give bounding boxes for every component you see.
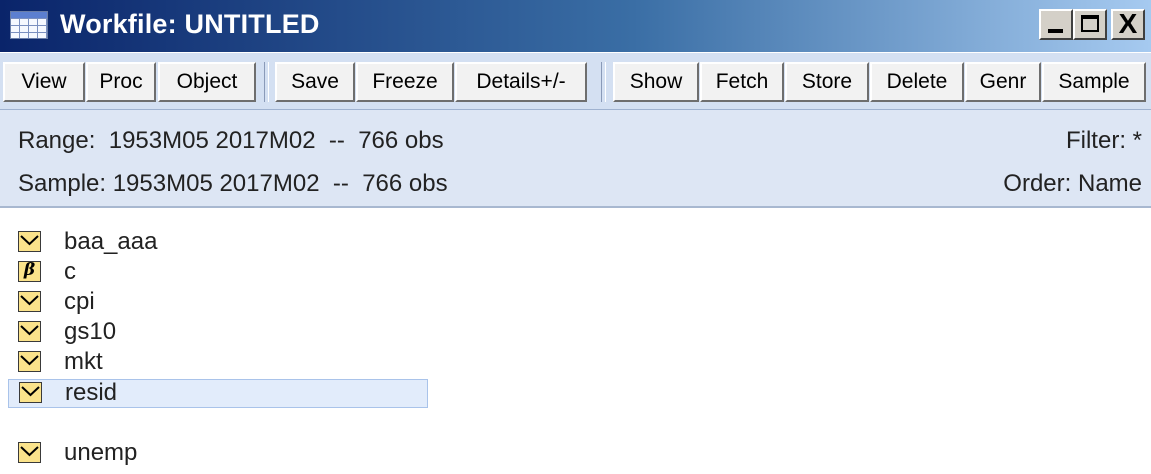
details-toggle-button[interactable]: Details+/-: [455, 62, 587, 102]
object-name: baa_aaa: [64, 228, 158, 255]
toolbar-separator: [264, 62, 269, 102]
minimize-icon: [1048, 29, 1063, 33]
save-button[interactable]: Save: [275, 62, 355, 102]
series-icon: [18, 291, 41, 312]
sample-text[interactable]: Sample: 1953M05 2017M02 -- 766 obs: [18, 170, 448, 198]
list-item[interactable]: mkt: [0, 348, 430, 377]
object-name: gs10: [64, 318, 117, 345]
filter-text[interactable]: Filter: *: [1066, 127, 1142, 155]
freeze-button[interactable]: Freeze: [356, 62, 454, 102]
list-item[interactable]: cpi: [0, 288, 430, 317]
object-name: resid: [65, 379, 118, 406]
series-icon: [18, 231, 41, 252]
close-button[interactable]: X: [1111, 8, 1145, 40]
store-button[interactable]: Store: [785, 62, 869, 102]
list-item[interactable]: unemp: [0, 439, 430, 468]
toolbar: View Proc Object Save Freeze Details+/- …: [0, 52, 1151, 110]
object-name: cpi: [64, 288, 95, 315]
list-item[interactable]: β c: [0, 258, 430, 287]
toolbar-separator: [601, 62, 606, 102]
proc-button[interactable]: Proc: [86, 62, 156, 102]
list-item-selected[interactable]: resid: [8, 379, 428, 408]
minimize-button[interactable]: [1039, 9, 1073, 40]
maximize-button[interactable]: [1073, 9, 1107, 40]
series-icon: [18, 321, 41, 342]
object-name: c: [64, 258, 76, 285]
show-button[interactable]: Show: [613, 62, 699, 102]
object-name: unemp: [64, 439, 138, 466]
range-text[interactable]: Range: 1953M05 2017M02 -- 766 obs: [18, 127, 444, 155]
order-text[interactable]: Order: Name: [1003, 170, 1142, 198]
title-bar[interactable]: Workfile: UNTITLED X: [0, 0, 1151, 52]
object-name: mkt: [64, 348, 103, 375]
series-icon: [19, 382, 42, 403]
workfile-info-panel: Range: 1953M05 2017M02 -- 766 obs Filter…: [0, 110, 1151, 208]
delete-button[interactable]: Delete: [870, 62, 964, 102]
series-icon: [18, 442, 41, 463]
sample-button[interactable]: Sample: [1042, 62, 1146, 102]
coefficient-icon: β: [18, 260, 41, 282]
object-list: baa_aaa β c cpi gs10 mkt resid unemp: [0, 208, 1151, 474]
workfile-window: Workfile: UNTITLED X View Proc Object Sa…: [0, 0, 1151, 474]
workfile-grid-icon: [10, 11, 48, 39]
view-button[interactable]: View: [3, 62, 85, 102]
list-item[interactable]: gs10: [0, 318, 430, 347]
genr-button[interactable]: Genr: [965, 62, 1041, 102]
fetch-button[interactable]: Fetch: [700, 62, 784, 102]
maximize-icon: [1081, 15, 1099, 32]
object-button[interactable]: Object: [158, 62, 256, 102]
series-icon: [18, 351, 41, 372]
window-title: Workfile: UNTITLED: [60, 9, 320, 39]
close-icon: X: [1118, 8, 1138, 39]
list-item[interactable]: baa_aaa: [0, 228, 430, 257]
